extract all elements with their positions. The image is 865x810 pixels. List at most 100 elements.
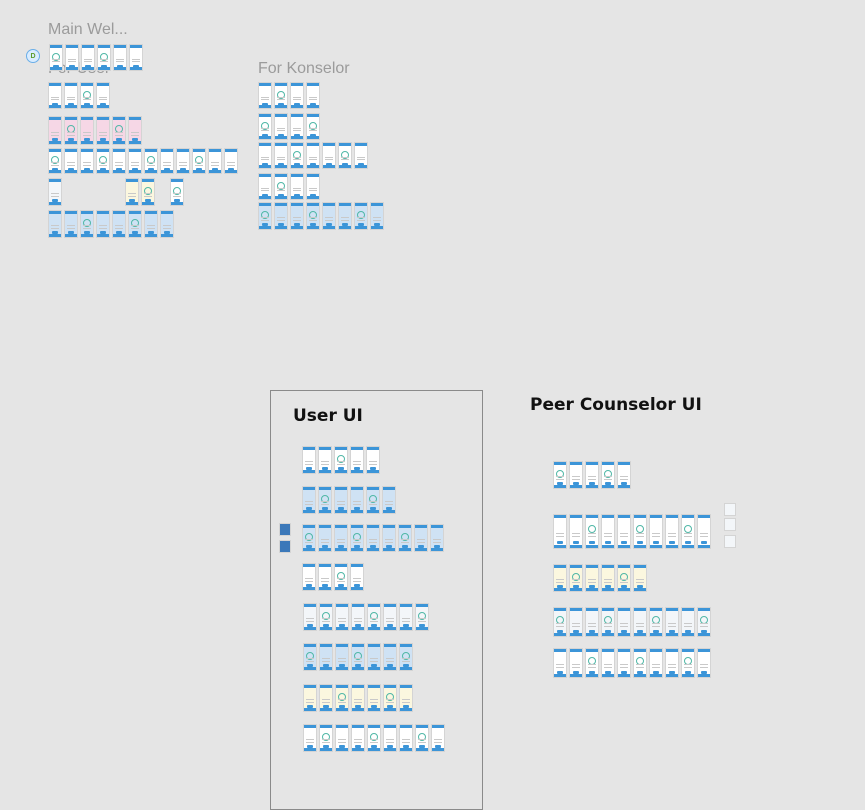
artboard-thumbnail[interactable] xyxy=(351,724,365,752)
artboard-thumbnail[interactable] xyxy=(569,607,583,637)
artboard-thumbnail[interactable] xyxy=(48,210,62,238)
artboard-thumbnail[interactable] xyxy=(306,113,320,140)
frame-label-for-konselor[interactable]: For Konselor xyxy=(258,60,350,78)
artboard-thumbnail[interactable] xyxy=(338,142,352,169)
artboard-thumbnail[interactable] xyxy=(318,563,332,591)
artboard-thumbnail[interactable] xyxy=(649,648,663,678)
artboard-thumbnail[interactable] xyxy=(415,724,429,752)
artboard-thumbnail[interactable] xyxy=(64,116,78,145)
artboard-thumbnail[interactable] xyxy=(569,461,583,489)
artboard-thumbnail[interactable] xyxy=(335,684,349,712)
artboard-thumbnail[interactable] xyxy=(318,524,332,552)
section-title-user-ui[interactable]: User UI xyxy=(293,406,363,426)
artboard-thumbnail[interactable] xyxy=(553,564,567,592)
artboard-thumbnail[interactable] xyxy=(367,684,381,712)
artboard-thumbnail[interactable] xyxy=(697,514,711,549)
artboard-thumbnail[interactable] xyxy=(334,486,348,514)
artboard-thumbnail[interactable] xyxy=(129,44,143,71)
artboard-thumbnail[interactable] xyxy=(665,514,679,549)
artboard-thumbnail[interactable] xyxy=(306,142,320,169)
artboard-thumbnail[interactable] xyxy=(649,607,663,637)
artboard-thumbnail[interactable] xyxy=(306,202,320,230)
artboard-thumbnail[interactable] xyxy=(258,173,272,200)
artboard-thumbnail[interactable] xyxy=(128,116,142,145)
artboard-thumbnail[interactable] xyxy=(338,202,352,230)
artboard-thumbnail[interactable] xyxy=(290,202,304,230)
artboard-thumbnail[interactable] xyxy=(96,82,110,109)
artboard-thumbnail[interactable] xyxy=(128,148,142,174)
artboard-thumbnail[interactable] xyxy=(665,648,679,678)
artboard-thumbnail[interactable] xyxy=(382,486,396,514)
artboard-thumbnail[interactable] xyxy=(335,643,349,671)
artboard-thumbnail[interactable] xyxy=(367,643,381,671)
artboard-thumbnail[interactable] xyxy=(649,514,663,549)
artboard-thumbnail[interactable] xyxy=(354,202,368,230)
artboard-thumbnail[interactable] xyxy=(274,142,288,169)
artboard-thumbnail[interactable] xyxy=(80,148,94,174)
side-thumbnail[interactable] xyxy=(724,535,736,548)
artboard-thumbnail[interactable] xyxy=(399,643,413,671)
artboard-thumbnail[interactable] xyxy=(585,564,599,592)
artboard-thumbnail[interactable] xyxy=(258,202,272,230)
artboard-thumbnail[interactable] xyxy=(318,446,332,474)
artboard-thumbnail[interactable] xyxy=(553,607,567,637)
artboard-thumbnail[interactable] xyxy=(80,116,94,145)
artboard-thumbnail[interactable] xyxy=(302,486,316,514)
artboard-thumbnail[interactable] xyxy=(112,116,126,145)
artboard-thumbnail[interactable] xyxy=(665,607,679,637)
artboard-thumbnail[interactable] xyxy=(322,202,336,230)
artboard-thumbnail[interactable] xyxy=(112,210,126,238)
artboard-thumbnail[interactable] xyxy=(617,607,631,637)
artboard-thumbnail[interactable] xyxy=(569,514,583,549)
artboard-thumbnail[interactable] xyxy=(318,486,332,514)
artboard-thumbnail[interactable] xyxy=(697,607,711,637)
artboard-thumbnail[interactable] xyxy=(48,148,62,174)
artboard-thumbnail[interactable] xyxy=(351,603,365,631)
artboard-thumbnail[interactable] xyxy=(553,461,567,489)
artboard-thumbnail[interactable] xyxy=(633,607,647,637)
artboard-thumbnail[interactable] xyxy=(414,524,428,552)
artboard-thumbnail[interactable] xyxy=(64,210,78,238)
artboard-thumbnail[interactable] xyxy=(319,724,333,752)
artboard-thumbnail[interactable] xyxy=(125,178,139,206)
artboard-thumbnail[interactable] xyxy=(383,603,397,631)
artboard-thumbnail[interactable] xyxy=(681,514,695,549)
artboard-thumbnail[interactable] xyxy=(258,82,272,109)
artboard-thumbnail[interactable] xyxy=(399,684,413,712)
artboard-thumbnail[interactable] xyxy=(633,514,647,549)
artboard-thumbnail[interactable] xyxy=(383,643,397,671)
artboard-thumbnail[interactable] xyxy=(322,142,336,169)
artboard-thumbnail[interactable] xyxy=(350,563,364,591)
artboard-thumbnail[interactable] xyxy=(176,148,190,174)
artboard-thumbnail[interactable] xyxy=(290,142,304,169)
artboard-thumbnail[interactable] xyxy=(617,648,631,678)
artboard-thumbnail[interactable] xyxy=(367,724,381,752)
artboard-thumbnail[interactable] xyxy=(617,564,631,592)
artboard-thumbnail[interactable] xyxy=(96,210,110,238)
artboard-thumbnail[interactable] xyxy=(290,113,304,140)
side-thumbnail[interactable] xyxy=(279,523,291,536)
section-title-peer-counselor-ui[interactable]: Peer Counselor UI xyxy=(530,395,702,415)
artboard-thumbnail[interactable] xyxy=(48,82,62,109)
artboard-thumbnail[interactable] xyxy=(319,684,333,712)
artboard-thumbnail[interactable] xyxy=(370,202,384,230)
artboard-thumbnail[interactable] xyxy=(633,564,647,592)
artboard-thumbnail[interactable] xyxy=(350,524,364,552)
design-canvas[interactable]: Main Wel... For User For Konselor D User… xyxy=(0,0,865,810)
side-thumbnail[interactable] xyxy=(724,503,736,516)
artboard-thumbnail[interactable] xyxy=(274,113,288,140)
artboard-thumbnail[interactable] xyxy=(303,643,317,671)
artboard-thumbnail[interactable] xyxy=(383,724,397,752)
artboard-thumbnail[interactable] xyxy=(366,486,380,514)
side-thumbnail[interactable] xyxy=(279,540,291,553)
artboard-thumbnail[interactable] xyxy=(112,148,126,174)
artboard-thumbnail[interactable] xyxy=(160,148,174,174)
artboard-thumbnail[interactable] xyxy=(274,82,288,109)
artboard-thumbnail[interactable] xyxy=(569,648,583,678)
artboard-thumbnail[interactable] xyxy=(97,44,111,71)
artboard-thumbnail[interactable] xyxy=(49,44,63,71)
artboard-thumbnail[interactable] xyxy=(65,44,79,71)
artboard-thumbnail[interactable] xyxy=(383,684,397,712)
artboard-thumbnail[interactable] xyxy=(80,82,94,109)
artboard-thumbnail[interactable] xyxy=(585,607,599,637)
